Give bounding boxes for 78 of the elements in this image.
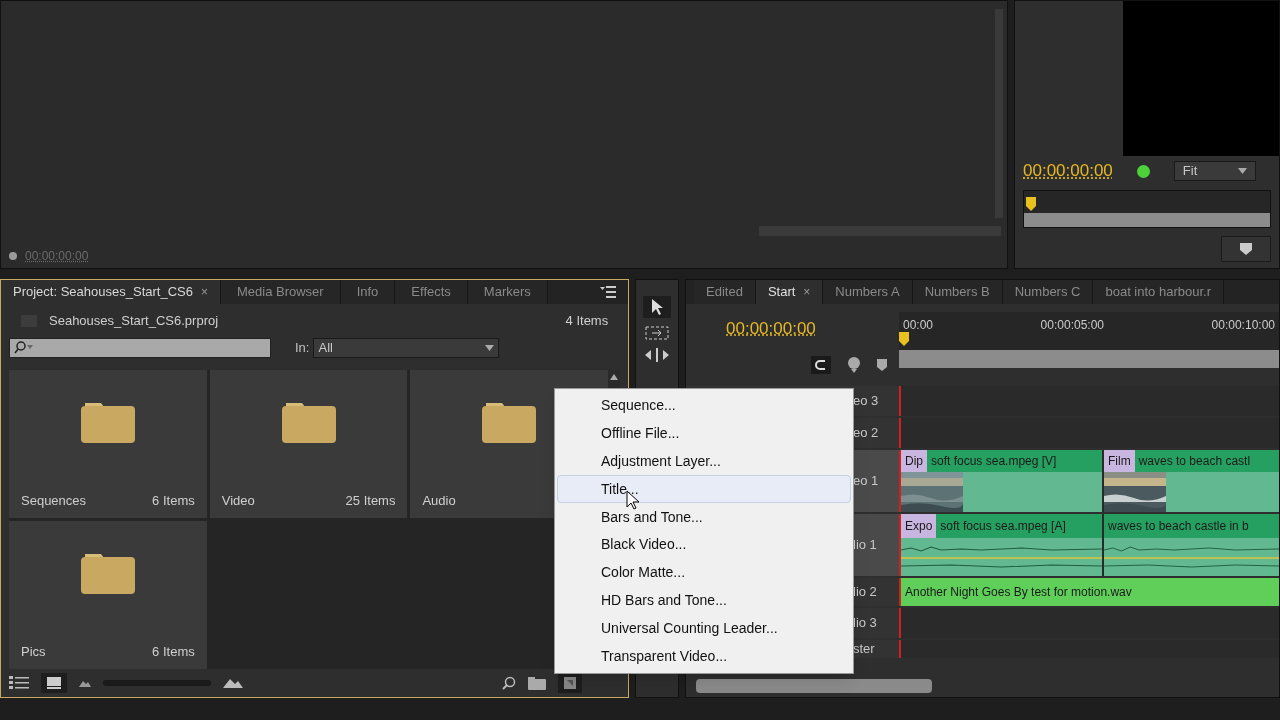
- search-icon[interactable]: [502, 676, 517, 690]
- close-icon[interactable]: ×: [200, 283, 208, 301]
- magnet-icon: [815, 358, 827, 371]
- time-ruler[interactable]: 00:00 00:00:05:00 00:00:10:00: [899, 312, 1279, 368]
- scrollbar[interactable]: [696, 679, 932, 693]
- scroll-up-icon[interactable]: [610, 374, 619, 380]
- bin-count: 6 Items: [152, 491, 195, 510]
- transition[interactable]: Expo: [901, 513, 937, 538]
- timecode: 00:00:00:00: [25, 248, 89, 265]
- track-label: eo 2: [853, 423, 879, 442]
- icon-view-icon: [47, 677, 61, 689]
- menu-item[interactable]: Title...: [557, 475, 851, 504]
- menu-item[interactable]: Universal Counting Leader...: [557, 614, 851, 643]
- transition[interactable]: Film: [1104, 449, 1135, 472]
- caret-icon: [485, 345, 495, 351]
- zoom-dropdown[interactable]: Fit: [1173, 161, 1256, 181]
- bin-name: Video: [221, 491, 255, 510]
- video-clip[interactable]: Film waves to beach castl: [1104, 449, 1279, 512]
- track-label: eo 1: [853, 471, 879, 490]
- project-filename: Seahouses_Start_CS6.prproj: [49, 312, 219, 331]
- bin-name: Pics: [21, 642, 46, 661]
- clip-name: soft focus sea.mpeg [A]: [939, 517, 1067, 535]
- list-view-icon[interactable]: [9, 676, 29, 690]
- menu-icon[interactable]: [600, 286, 617, 298]
- track-label: lio 3: [853, 613, 877, 632]
- track-select-icon[interactable]: [645, 326, 670, 340]
- search-icon: [14, 341, 34, 355]
- timecode: 00:00:00:00: [1023, 160, 1113, 183]
- bin-name: Sequences: [21, 491, 87, 510]
- ruler-label: 00:00:05:00: [1040, 317, 1104, 334]
- clip-name: soft focus sea.mpeg [V]: [930, 452, 1058, 470]
- search-field[interactable]: [9, 338, 271, 358]
- arrow-icon: [651, 299, 664, 315]
- sequence-tab[interactable]: Start ×: [755, 280, 824, 304]
- bin-tile[interactable]: Video 25 Items: [209, 370, 408, 518]
- in-label: In:: [295, 339, 310, 358]
- bin-name: Audio: [422, 491, 456, 510]
- new-item-icon: [564, 677, 577, 689]
- icon-view-button[interactable]: [41, 673, 67, 693]
- large-mountain-icon: [223, 678, 243, 688]
- clip-name: waves to beach castle in b: [1107, 517, 1250, 535]
- timecode: 00:00:00:00: [726, 318, 817, 340]
- bin-count: 6 Items: [152, 642, 195, 661]
- menu-item[interactable]: Black Video...: [557, 531, 851, 559]
- track-label: lio 2: [853, 582, 877, 601]
- menu-item[interactable]: Transparent Video...: [557, 642, 851, 670]
- audio-clip[interactable]: waves to beach castle in b: [1104, 513, 1279, 576]
- bin-count: 25 Items: [345, 491, 396, 510]
- item-count: 4 Items: [565, 312, 609, 331]
- track-label: lio 1: [853, 535, 877, 554]
- new-item-button[interactable]: [558, 673, 583, 693]
- selection-tool[interactable]: [643, 296, 672, 318]
- track-label: eo 3: [853, 391, 879, 410]
- small-mountain-icon: [79, 679, 91, 687]
- ruler-label: 00:00: [903, 317, 934, 334]
- track-label: ster: [853, 639, 875, 658]
- status-indicator: [1136, 164, 1150, 178]
- transition[interactable]: Dip: [901, 449, 927, 472]
- ripple-edit-icon[interactable]: [645, 348, 670, 362]
- playhead-icon: [1026, 197, 1036, 211]
- in-dropdown[interactable]: All: [313, 338, 500, 358]
- time-ruler[interactable]: [1023, 190, 1271, 228]
- menu-item[interactable]: HD Bars and Tone...: [557, 586, 851, 615]
- caret-icon: [1237, 168, 1247, 174]
- panel-tab[interactable]: Project: Seahouses_Start_CS6 ×: [1, 280, 221, 304]
- ruler-label: 00:00:10:00: [1211, 317, 1275, 334]
- video-clip[interactable]: Dip soft focus sea.mpeg [V]: [901, 449, 1102, 512]
- bin-tile[interactable]: Sequences 6 Items: [9, 370, 207, 518]
- snap-button[interactable]: [811, 355, 831, 374]
- clip-name: waves to beach castl: [1137, 452, 1252, 470]
- close-icon[interactable]: ×: [803, 283, 811, 301]
- audio-clip[interactable]: Another Night Goes By test for motion.wav: [901, 577, 1279, 606]
- playhead-icon: [899, 332, 909, 346]
- bin-tile[interactable]: Pics 6 Items: [9, 521, 207, 669]
- audio-clip[interactable]: Expo soft focus sea.mpeg [A]: [901, 513, 1102, 576]
- marker-button[interactable]: [1221, 236, 1271, 262]
- keyframe-icon[interactable]: [847, 356, 861, 373]
- menu-item[interactable]: Color Matte...: [557, 558, 851, 587]
